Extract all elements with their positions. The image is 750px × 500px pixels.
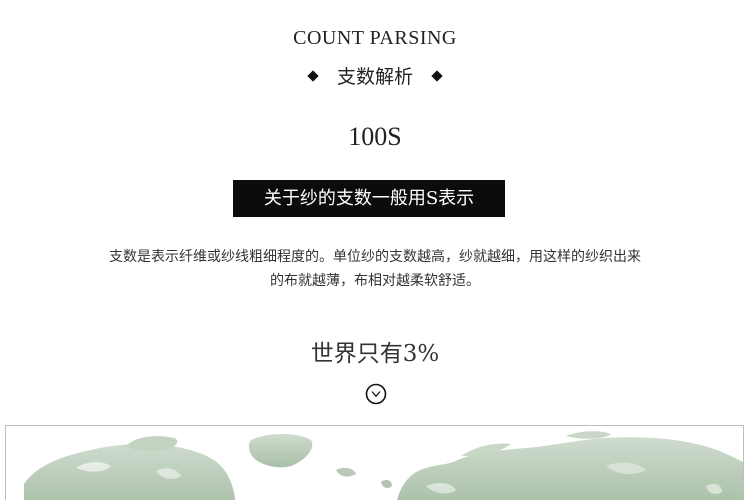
count-description: 支数是表示纤维或纱线粗细程度的。单位纱的支数越高，纱就越细，用这样的纱织出来 的… <box>60 245 690 293</box>
diamond-icon <box>431 70 443 82</box>
world-share-title: 世界只有3% <box>310 341 440 367</box>
chevron-down-circle-icon[interactable] <box>365 383 387 405</box>
diamond-icon <box>307 70 319 82</box>
description-line-1: 支数是表示纤维或纱线粗细程度的。单位纱的支数越高，纱就越细，用这样的纱织出来 <box>109 249 641 265</box>
section-heading-english: COUNT PARSING <box>293 27 457 49</box>
world-map-illustration <box>24 431 743 500</box>
world-map-panel <box>5 425 744 500</box>
description-line-2: 的布就越薄，布相对越柔软舒适。 <box>270 273 480 289</box>
count-note-banner: 关于纱的支数一般用S表示 <box>233 180 505 217</box>
section-heading-chinese: 支数解析 <box>336 66 413 88</box>
section-heading-chinese-row: 支数解析 <box>0 64 750 90</box>
count-value: 100S <box>348 122 402 151</box>
